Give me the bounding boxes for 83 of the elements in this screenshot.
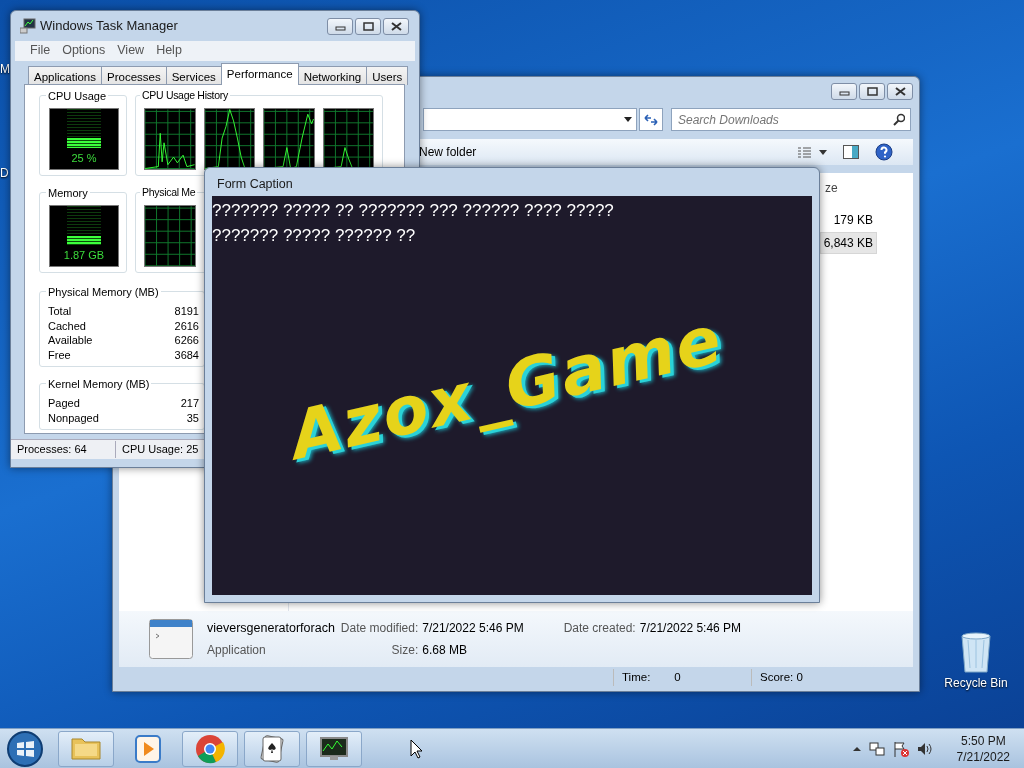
cpu-history-graph xyxy=(263,108,315,170)
search-icon[interactable] xyxy=(893,113,905,126)
menu-item[interactable]: View xyxy=(111,41,151,61)
menu-item[interactable]: Options xyxy=(56,41,112,61)
windows-logo-icon xyxy=(6,729,44,768)
maximize-icon xyxy=(362,21,374,31)
field-label: Size: xyxy=(390,642,419,660)
row-value: 217 xyxy=(180,396,199,411)
desktop-icon-label[interactable]: M xyxy=(0,60,10,78)
meter-reading: 1.87 GB xyxy=(63,247,105,263)
group-title: CPU Usage History xyxy=(140,88,230,104)
taskbar-app-button[interactable] xyxy=(306,730,362,767)
file-name: vieversgeneratorforach xyxy=(207,619,336,637)
file-size-cell[interactable]: 6,843 KB xyxy=(819,232,877,254)
status-value: 0 xyxy=(674,670,681,685)
help-icon[interactable] xyxy=(875,143,893,161)
field-label: Date created: xyxy=(563,619,636,637)
row-label: Free xyxy=(48,347,71,362)
row-label: Nonpaged xyxy=(48,410,99,425)
status-text: Processes: 64 xyxy=(16,442,88,458)
preview-pane-icon[interactable] xyxy=(843,145,859,159)
group-title: Physical Me xyxy=(140,185,198,201)
clock-time[interactable]: 5:50 PM xyxy=(956,732,1010,749)
row-label: Cached xyxy=(48,318,86,333)
message-text: ??????? ????? ?? ??????? ??? ?????? ???? ????? xyxy=(212,200,615,222)
tab[interactable]: Performance xyxy=(220,63,299,85)
field-value: 7/21/2022 5:46 PM xyxy=(639,619,742,637)
desktop-icon-label[interactable]: D xyxy=(0,164,9,182)
cpu-history-graph xyxy=(322,108,374,170)
field-value: 6.68 MB xyxy=(422,642,468,660)
status-label: Time: xyxy=(622,670,651,685)
close-button[interactable] xyxy=(887,83,913,100)
status-text: CPU Usage: 25 xyxy=(115,441,203,458)
column-header[interactable]: ze xyxy=(825,179,838,197)
row-value: 8191 xyxy=(174,304,199,319)
field-value: 7/21/2022 5:46 PM xyxy=(422,619,524,637)
new-folder-button[interactable]: New folder xyxy=(419,143,477,161)
maximize-button[interactable] xyxy=(355,17,381,35)
minimize-button[interactable] xyxy=(327,17,353,35)
row-value: 35 xyxy=(186,410,199,425)
cpu-history-graph xyxy=(203,108,255,170)
file-type: Application xyxy=(207,642,267,660)
flag-icon[interactable] xyxy=(892,740,909,757)
row-label: Total xyxy=(48,304,72,319)
desktop-icon-label[interactable]: Recycle Bin xyxy=(944,674,1008,692)
close-button[interactable] xyxy=(383,17,409,35)
dropdown-arrow-icon[interactable] xyxy=(624,117,632,122)
window-title: Windows Task Manager xyxy=(40,17,178,36)
play-icon xyxy=(132,732,164,765)
recycle-bin-icon[interactable] xyxy=(958,630,994,674)
file-size-cell[interactable]: 179 KB xyxy=(829,209,877,231)
meter-reading: 25 % xyxy=(71,150,97,166)
show-hidden-icons-icon[interactable] xyxy=(852,745,861,752)
clock-date[interactable]: 7/21/2022 xyxy=(956,748,1010,765)
refresh-button[interactable] xyxy=(639,108,663,131)
menu-item[interactable]: File xyxy=(24,41,57,61)
refresh-icon xyxy=(644,113,658,126)
row-value: 2616 xyxy=(174,318,199,333)
mouse-pointer-icon xyxy=(410,738,424,759)
maximize-button[interactable] xyxy=(859,83,885,100)
window-title: Form Caption xyxy=(216,176,294,193)
row-label: Available xyxy=(48,333,93,348)
message-text: ??????? ????? ?????? ?? xyxy=(212,225,417,247)
row-label: Paged xyxy=(48,396,80,411)
close-icon xyxy=(894,87,906,96)
search-field[interactable]: Search Downloads xyxy=(671,108,911,131)
minimize-button[interactable] xyxy=(831,83,857,100)
menu-item[interactable]: Help xyxy=(150,41,188,61)
tab[interactable]: Users xyxy=(366,66,409,85)
field-label: Date modified: xyxy=(340,619,419,637)
start-button[interactable] xyxy=(6,729,46,768)
browser-icon xyxy=(194,732,226,765)
close-icon xyxy=(390,21,402,31)
row-value: 3684 xyxy=(174,347,199,362)
application-icon xyxy=(149,619,193,659)
status-label: Score: 0 xyxy=(760,670,803,685)
cpu-history-graph xyxy=(144,108,196,170)
memory-history-graph xyxy=(144,205,196,267)
dropdown-arrow-icon[interactable] xyxy=(819,149,827,155)
row-value: 6266 xyxy=(174,333,199,348)
task-manager-icon xyxy=(20,18,36,34)
network-icon[interactable] xyxy=(868,740,885,757)
maximize-icon xyxy=(866,87,878,96)
